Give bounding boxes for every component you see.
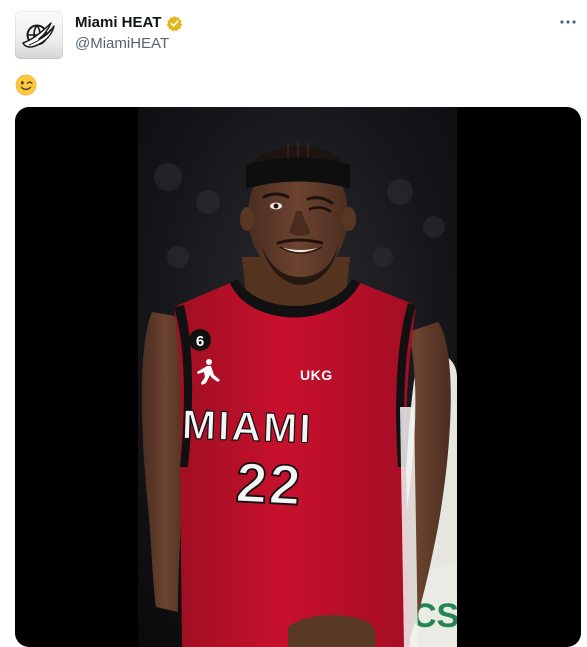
winking-face-emoji-icon bbox=[15, 74, 37, 96]
jersey-number: 22 bbox=[235, 450, 305, 516]
jersey-sponsor: UKG bbox=[300, 367, 333, 383]
media-card[interactable]: CS 6 UKG MIAMI 22 bbox=[15, 107, 581, 647]
author-name-row[interactable]: Miami HEAT bbox=[75, 13, 183, 33]
avatar[interactable] bbox=[15, 11, 63, 59]
jersey-team-name: MIAMI bbox=[181, 401, 313, 452]
miami-heat-logo-icon bbox=[22, 22, 55, 48]
jersey-patch-number: 6 bbox=[196, 333, 204, 350]
more-options-button[interactable] bbox=[556, 12, 580, 32]
more-horizontal-icon bbox=[560, 20, 576, 24]
display-name[interactable]: Miami HEAT bbox=[75, 13, 161, 33]
player-photo[interactable]: CS 6 UKG MIAMI 22 bbox=[138, 107, 457, 647]
tweet-text: 😉 bbox=[15, 74, 39, 98]
author-handle[interactable]: @MiamiHEAT bbox=[75, 34, 169, 54]
verified-badge-icon bbox=[166, 15, 183, 32]
